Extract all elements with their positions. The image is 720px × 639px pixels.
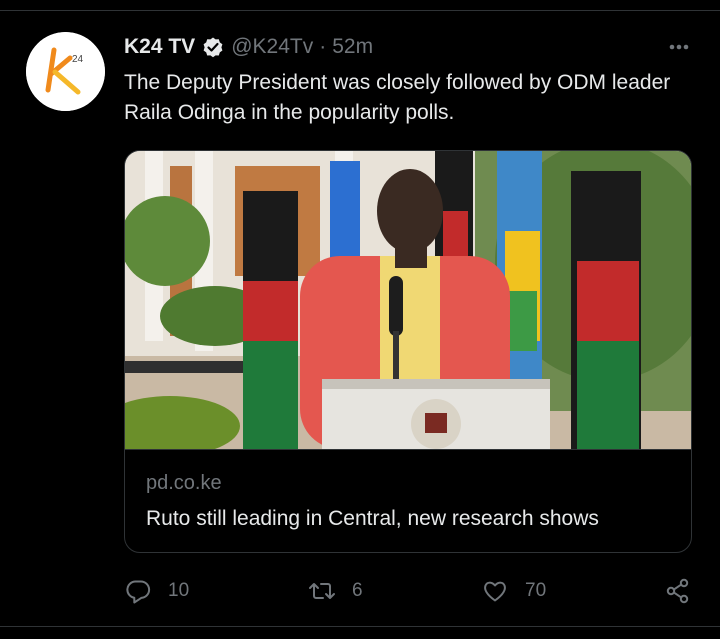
card-title: Ruto still leading in Central, new resea… <box>146 507 599 530</box>
timestamp[interactable]: 52m <box>332 35 373 59</box>
avatar[interactable]: 24 <box>26 32 105 111</box>
tweet-text: The Deputy President was closely followe… <box>124 71 671 124</box>
like-button[interactable]: 70 <box>481 577 546 605</box>
reply-icon <box>126 580 151 604</box>
k24-logo-icon: 24 <box>26 32 105 111</box>
separator-dot: · <box>319 35 327 58</box>
share-icon <box>666 578 689 604</box>
link-card[interactable]: pd.co.ke Ruto still leading in Central, … <box>124 150 692 553</box>
action-bar: 10 6 70 <box>0 574 720 608</box>
more-options-button[interactable] <box>664 38 694 56</box>
retweet-icon <box>309 583 335 599</box>
more-options-icon <box>669 44 689 50</box>
card-image[interactable] <box>125 151 691 449</box>
card-domain: pd.co.ke <box>146 472 222 494</box>
like-count: 70 <box>525 580 547 601</box>
retweet-button[interactable]: 6 <box>308 577 363 605</box>
tweet-header: K24 TV @K24Tv · 52m <box>124 33 373 61</box>
svg-text:24: 24 <box>72 54 84 65</box>
reply-button[interactable]: 10 <box>124 577 189 605</box>
reply-count: 10 <box>168 580 190 601</box>
card-divider <box>125 449 691 450</box>
handle[interactable]: @K24Tv <box>231 35 313 59</box>
display-name[interactable]: K24 TV <box>124 35 195 59</box>
top-divider <box>0 10 720 11</box>
share-button[interactable] <box>664 577 708 605</box>
news-photo <box>125 151 691 449</box>
verified-badge-icon <box>203 37 223 58</box>
retweet-count: 6 <box>352 580 363 601</box>
like-icon <box>484 581 506 602</box>
bottom-divider <box>0 626 720 627</box>
